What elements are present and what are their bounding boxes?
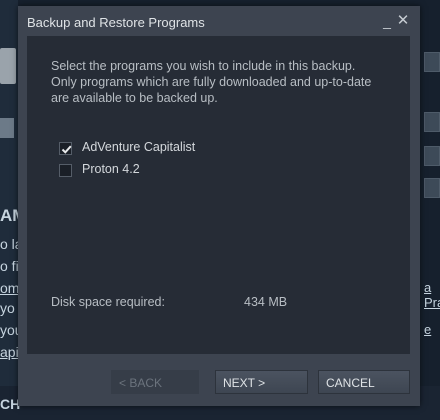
avatar — [0, 48, 16, 84]
description-line: Only programs which are fully downloaded… — [51, 75, 372, 89]
dialog-title: Backup and Restore Programs — [27, 15, 205, 30]
checkmark-icon — [61, 145, 72, 154]
right-panel-button[interactable] — [424, 112, 440, 132]
right-panel-button[interactable] — [424, 146, 440, 166]
disk-space-value: 434 MB — [244, 295, 288, 309]
dialog-titlebar[interactable]: Backup and Restore Programs _ ✕ — [18, 6, 420, 36]
dialog-description: Select the programs you wish to include … — [51, 58, 381, 106]
disk-space-label: Disk space required: — [51, 295, 165, 309]
minimize-button[interactable]: _ — [381, 12, 393, 30]
description-line: Select the programs you wish to include … — [51, 59, 356, 73]
program-label: AdVenture Capitalist — [82, 140, 196, 154]
program-label: Proton 4.2 — [82, 162, 140, 176]
next-button[interactable]: NEXT > — [215, 370, 308, 394]
close-button[interactable]: ✕ — [396, 12, 410, 30]
program-checkbox[interactable] — [59, 164, 72, 177]
backup-restore-dialog: Backup and Restore Programs _ ✕ Select t… — [18, 6, 420, 406]
description-line: are available to be backed up. — [51, 91, 218, 105]
background-link[interactable]: a Pra — [424, 280, 440, 310]
right-panel-button[interactable] — [424, 178, 440, 198]
back-button[interactable]: < BACK — [111, 370, 199, 394]
background-link[interactable]: e — [424, 322, 431, 337]
right-panel-button[interactable] — [424, 52, 440, 72]
background-text-line: yo — [0, 300, 15, 316]
close-icon: ✕ — [396, 12, 410, 29]
dialog-content-panel: Select the programs you wish to include … — [27, 36, 410, 354]
minimize-icon: _ — [383, 13, 391, 29]
background-link[interactable]: om — [0, 280, 19, 296]
sidebar-button[interactable] — [0, 118, 14, 138]
program-checkbox[interactable] — [59, 142, 72, 155]
cancel-button[interactable]: CANCEL — [318, 370, 410, 394]
